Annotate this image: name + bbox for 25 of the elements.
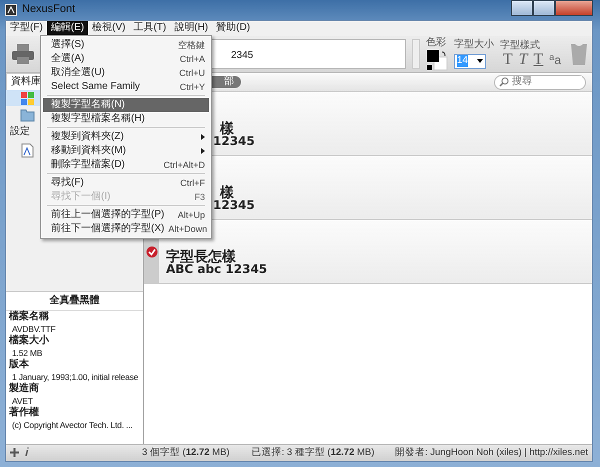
property-label: 版本 [8,359,30,371]
sample-text: 樣 [218,185,235,199]
sample-text: 12345 [213,199,255,211]
font-style-label: 字型樣式 [500,40,541,52]
property-value: 1.52 MB [11,347,44,358]
developer-credit: 開發者: JungHoon Noh (xiles) | http://xiles.net [395,447,588,459]
sample-text: 12345 [213,135,255,147]
property-label: 製造商 [8,383,40,395]
property-value: AVDBV.TTF [11,323,57,334]
property-value: AVET [11,395,34,406]
property-value: (c) Copyright Avector Tech. Ltd. ... [11,419,134,431]
color-label: 色彩 [426,37,446,49]
font-count: 3 個字型 (12.72 MB) [142,447,230,459]
settings-label: 設定 [9,124,31,139]
font-name-heading: 全真疊黑體 [6,291,143,311]
sample-text: 樣 [218,121,235,135]
font-size-label: 字型大小 [454,39,494,52]
sample-text: ABC abc 12345 [166,263,268,275]
property-label: 檔案大小 [8,335,50,347]
sample-text: 字型長怎樣 [166,249,237,263]
window-title: NexusFont [22,3,76,17]
property-value: 1 January, 1993;1.00, initial release [11,371,140,382]
selection-count: 已選擇: 3 種字型 (12.72 MB) [252,447,374,459]
property-label: 檔案名稱 [8,311,50,323]
property-label: 著作權 [8,407,40,419]
